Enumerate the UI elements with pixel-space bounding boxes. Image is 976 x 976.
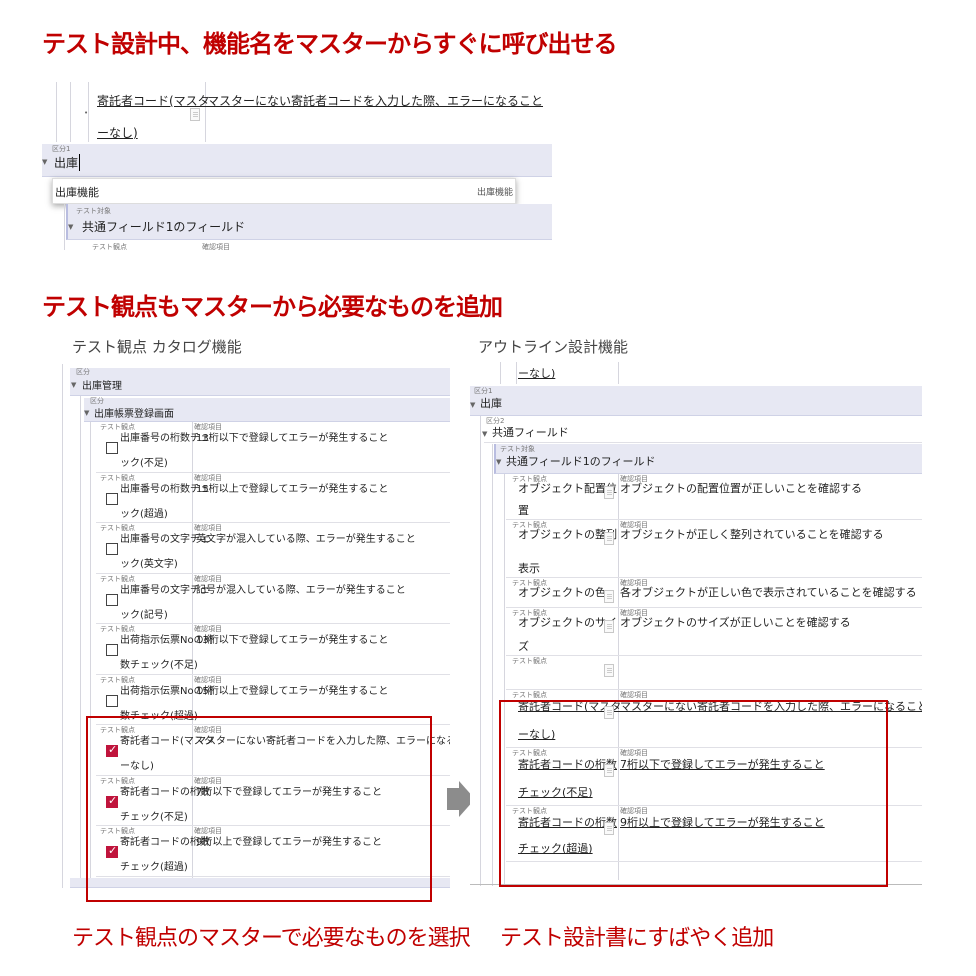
tree-line xyxy=(492,444,493,886)
collapse-icon[interactable]: ▼ xyxy=(68,223,73,231)
row-checkbox[interactable] xyxy=(106,593,118,606)
row-divider xyxy=(506,689,922,690)
row-divider xyxy=(96,673,450,675)
row-checkbox[interactable] xyxy=(106,492,118,505)
heading-add-viewpoint: テスト観点もマスターから必要なものを追加 xyxy=(42,293,503,321)
row-description[interactable]: オブジェクトのサイズが正しいことを確認する xyxy=(620,614,851,630)
row-checkbox[interactable] xyxy=(106,694,118,707)
collapse-icon[interactable]: ▼ xyxy=(470,401,475,409)
suggestion-item-name[interactable]: 出庫機能 xyxy=(55,184,99,200)
tree-line xyxy=(62,364,63,888)
note-icon[interactable] xyxy=(190,108,200,121)
divider xyxy=(484,442,922,443)
section-label: 区分1 xyxy=(52,145,71,153)
column-divider xyxy=(205,82,206,142)
row-name-line2[interactable]: ック(記号) xyxy=(120,606,168,621)
tree-line xyxy=(80,396,81,888)
row-divider xyxy=(96,572,450,574)
left-caption: テスト観点 カタログ機能 xyxy=(72,338,242,356)
note-icon[interactable] xyxy=(604,532,614,545)
bottom-caption-right: テスト設計書にすばやく追加 xyxy=(500,926,774,951)
row-description[interactable]: 英文字が混入している際、エラーが発生すること xyxy=(196,530,416,545)
row-description[interactable]: 13桁以下で登録してエラーが発生すること xyxy=(196,429,388,444)
tree-line xyxy=(480,416,481,886)
suggestion-dropdown[interactable]: 出庫機能 出庫機能 xyxy=(52,178,516,204)
row-divider xyxy=(96,471,450,473)
column-label-viewpoint: テスト観点 xyxy=(92,243,127,250)
note-icon[interactable] xyxy=(604,664,614,677)
row-description[interactable]: 15桁以上で登録してエラーが発生すること xyxy=(196,480,388,495)
row-name-line1[interactable]: 寄託者コード(マスタ xyxy=(97,92,210,109)
row-divider xyxy=(506,577,922,578)
row-description[interactable]: オブジェクトの配置位置が正しいことを確認する xyxy=(620,480,862,496)
selection-highlight xyxy=(86,716,432,902)
right-caption: アウトライン設計機能 xyxy=(478,338,629,356)
row-divider xyxy=(96,522,450,523)
row-checkbox[interactable] xyxy=(106,543,118,555)
note-icon[interactable] xyxy=(604,486,614,499)
heading-master-call: テスト設計中、機能名をマスターからすぐに呼び出せる xyxy=(42,30,618,58)
row-name-line2[interactable]: ーなし) xyxy=(97,124,138,141)
tree-line xyxy=(56,82,57,142)
kubun2-value[interactable]: 共通フィールド xyxy=(492,424,569,440)
tree-line xyxy=(500,362,501,384)
kubun-label: 区分 xyxy=(76,368,90,376)
kubun1-value[interactable]: 出庫 xyxy=(480,395,502,411)
outline-editor-screenshot: • 寄託者コード(マスタ ーなし) マスターにない寄託者コードを入力した際、エラ… xyxy=(42,82,552,250)
bottom-caption-left: テスト観点のマスターで必要なものを選択 xyxy=(72,926,471,951)
row-checkbox[interactable] xyxy=(106,644,118,656)
row-checkbox[interactable] xyxy=(106,442,118,454)
suggestion-item-source: 出庫機能 xyxy=(476,188,513,198)
section-band xyxy=(42,144,552,177)
row-description[interactable]: マスターにない寄託者コードを入力した際、エラーになること xyxy=(207,92,543,109)
row-description[interactable]: オブジェクトが正しく整列されていることを確認する xyxy=(620,526,884,542)
row-name-line2[interactable]: 置 xyxy=(518,502,529,518)
row-description[interactable]: 13桁以下で登録してエラーが発生すること xyxy=(196,631,388,646)
target-label: テスト対象 xyxy=(76,207,111,215)
row-name-line2[interactable]: ック(超過) xyxy=(120,505,168,520)
tree-line xyxy=(64,204,65,250)
row-name-line1[interactable]: オブジェクトの整列 xyxy=(518,526,617,542)
row-description[interactable]: 各オブジェクトが正しい色で表示されていることを確認する xyxy=(620,584,917,600)
target-value[interactable]: 共通フィールド1のフィールド xyxy=(506,453,656,469)
group-name-1[interactable]: 出庫管理 xyxy=(82,377,122,392)
row-name-line2[interactable]: 数チェック(不足) xyxy=(120,656,198,671)
arrow-icon-body xyxy=(447,788,459,810)
kubun1-band xyxy=(470,386,922,416)
column-divider xyxy=(618,362,619,384)
column-label-check: 確認項目 xyxy=(202,243,230,250)
target-value[interactable]: 共通フィールド1のフィールド xyxy=(82,218,245,235)
row-name-line1[interactable]: オブジェクト配置位 xyxy=(518,480,617,496)
collapse-icon[interactable]: ▼ xyxy=(496,458,501,466)
collapse-icon[interactable]: ▼ xyxy=(482,430,487,438)
row-description[interactable]: 記号が混入している際、エラーが発生すること xyxy=(196,581,406,596)
section-input[interactable]: 出庫 xyxy=(54,154,81,171)
group-name-2[interactable]: 出庫帳票登録画面 xyxy=(94,405,174,420)
tree-line xyxy=(70,82,71,142)
row-name-fragment[interactable]: ーなし) xyxy=(518,365,555,381)
row-divider xyxy=(506,519,922,520)
row-divider xyxy=(96,623,450,624)
group-band-1 xyxy=(70,368,450,396)
note-icon[interactable] xyxy=(604,620,614,633)
collapse-icon[interactable]: ▼ xyxy=(71,381,76,389)
note-icon[interactable] xyxy=(604,590,614,603)
collapse-icon[interactable]: ▼ xyxy=(84,409,89,417)
row-name-line2[interactable]: ック(英文字) xyxy=(120,555,178,570)
row-name-line2[interactable]: ック(不足) xyxy=(120,454,168,469)
column-label-viewpoint: テスト観点 xyxy=(512,657,547,665)
collapse-icon[interactable]: ▼ xyxy=(42,158,47,166)
row-name-line2[interactable]: 表示 xyxy=(518,560,540,576)
row-name-line2[interactable]: ズ xyxy=(518,638,529,654)
tree-line xyxy=(88,82,89,142)
row-divider xyxy=(506,607,922,608)
row-description[interactable]: 15桁以上で登録してエラーが発生すること xyxy=(196,682,388,697)
row-name-line1[interactable]: オブジェクトの色 xyxy=(518,584,606,600)
column-divider xyxy=(516,362,517,384)
row-name-line1[interactable]: オブジェクトのサイ xyxy=(518,614,617,630)
added-highlight xyxy=(499,700,888,887)
row-divider xyxy=(506,655,922,656)
bullet-icon: • xyxy=(84,109,89,117)
